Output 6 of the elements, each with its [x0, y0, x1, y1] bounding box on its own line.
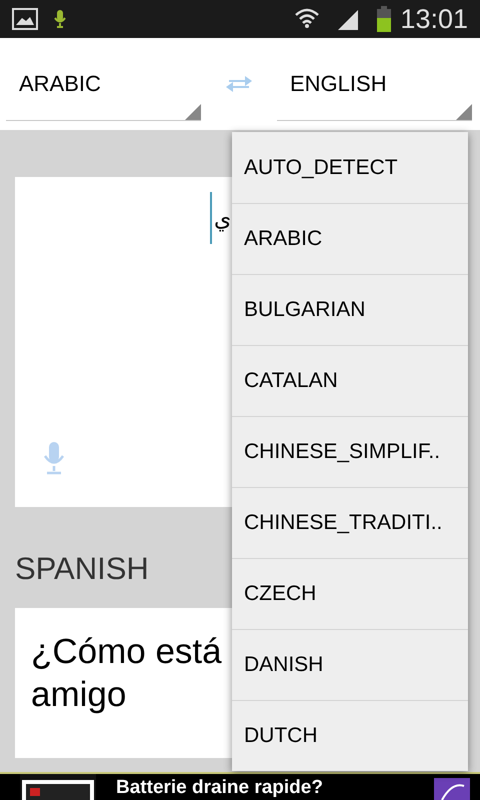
ad-text: Batterie draine rapide?: [116, 778, 323, 796]
input-text: ي: [214, 204, 231, 234]
translation-text: amigo: [31, 674, 126, 716]
translation-text: ¿Cómo está: [31, 631, 222, 673]
clock: 13:01: [400, 2, 468, 36]
output-language-label: SPANISH: [15, 551, 150, 587]
